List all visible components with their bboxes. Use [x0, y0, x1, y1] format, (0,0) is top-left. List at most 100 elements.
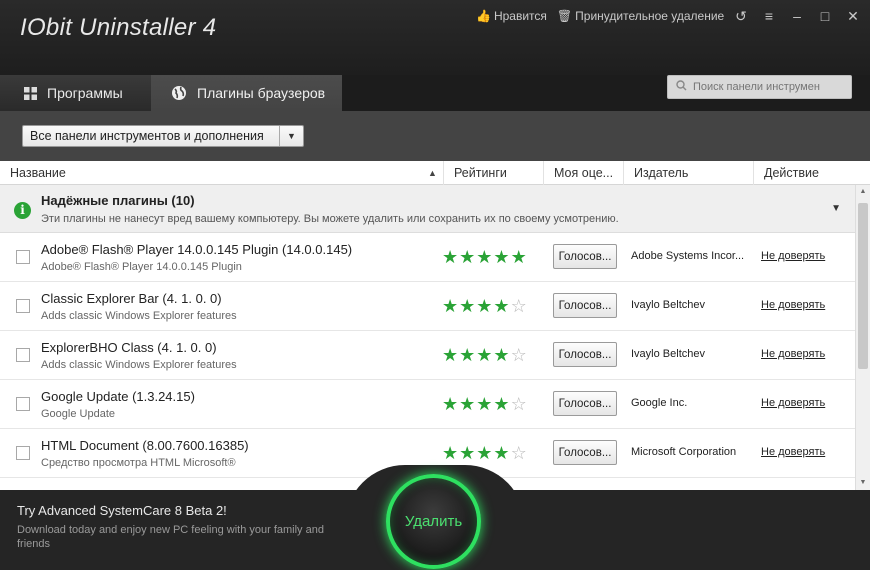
trusted-plugins-group[interactable]: i Надёжные плагины (10) Эти плагины не н…: [0, 185, 855, 233]
vote-button[interactable]: Голосов...: [553, 293, 617, 318]
row-checkbox[interactable]: [16, 446, 30, 460]
plugins-table: Название ▲ Рейтинги Моя оце... Издатель …: [0, 161, 870, 490]
uninstall-label: Удалить: [404, 513, 463, 530]
row-checkbox[interactable]: [16, 397, 30, 411]
star-filled-icon: ★: [476, 443, 493, 463]
group-title: Надёжные плагины (10): [41, 193, 195, 208]
star-filled-icon: ★: [493, 394, 510, 414]
column-my-rating[interactable]: Моя оце...: [543, 161, 623, 185]
vote-button[interactable]: Голосов...: [553, 244, 617, 269]
like-link[interactable]: 👍 Нравится: [476, 9, 547, 23]
vote-button[interactable]: Голосов...: [553, 440, 617, 465]
star-filled-icon: ★: [442, 296, 459, 316]
column-name[interactable]: Название: [0, 161, 443, 185]
scrollbar[interactable]: ▲ ▼: [855, 185, 870, 490]
table-row[interactable]: Classic Explorer Bar (4. 1. 0. 0) Adds cl…: [0, 282, 855, 331]
filter-dropdown[interactable]: Все панели инструментов и дополнения ▼: [22, 125, 304, 147]
star-filled-icon: ★: [476, 345, 493, 365]
search-icon: [676, 80, 687, 94]
app-title: IObit Uninstaller 4: [20, 14, 217, 41]
plugin-name: ExplorerBHO Class (4. 1. 0. 0): [41, 340, 217, 355]
distrust-link[interactable]: Не доверять: [761, 348, 825, 360]
grid-icon: [24, 86, 37, 100]
distrust-link[interactable]: Не доверять: [761, 397, 825, 409]
distrust-link[interactable]: Не доверять: [761, 250, 825, 262]
scroll-up-icon[interactable]: ▲: [856, 185, 870, 199]
filter-bar: Все панели инструментов и дополнения ▼: [0, 111, 870, 161]
column-publisher[interactable]: Издатель: [623, 161, 753, 185]
tab-programs-label: Программы: [47, 85, 123, 101]
star-filled-icon: ★: [493, 247, 510, 267]
publisher: Ivaylo Beltchev: [631, 348, 705, 360]
maximize-icon[interactable]: □: [818, 8, 832, 25]
rating-stars: ★ ★ ★ ★ ★: [442, 248, 527, 266]
column-rating[interactable]: Рейтинги: [443, 161, 543, 185]
star-filled-icon: ★: [493, 296, 510, 316]
minimize-icon[interactable]: –: [790, 8, 804, 25]
table-row[interactable]: Adobe® Flash® Player 14.0.0.145 Plugin (…: [0, 233, 855, 282]
star-filled-icon: ★: [493, 345, 510, 365]
star-filled-icon: ★: [459, 247, 476, 267]
rating-stars: ★ ★ ★ ★ ☆: [442, 395, 527, 413]
row-checkbox[interactable]: [16, 348, 30, 362]
distrust-link[interactable]: Не доверять: [761, 446, 825, 458]
column-publisher-label: Издатель: [634, 166, 689, 180]
star-filled-icon: ★: [493, 443, 510, 463]
plugin-name: HTML Document (8.00.7600.16385): [41, 438, 249, 453]
info-icon: i: [14, 202, 31, 219]
plugin-description: Adobe® Flash® Player 14.0.0.145 Plugin: [41, 261, 242, 273]
table-header: Название ▲ Рейтинги Моя оце... Издатель …: [0, 161, 870, 185]
force-remove-link[interactable]: 🗑 Принудительное удаление: [557, 9, 724, 23]
menu-icon[interactable]: ≡: [762, 8, 776, 25]
table-row[interactable]: Google Update (1.3.24.15) Google Update ★ ★…: [0, 380, 855, 429]
group-description: Эти плагины не нанесут вред вашему компь…: [41, 213, 619, 225]
vote-button[interactable]: Голосов...: [553, 391, 617, 416]
title-bar: IObit Uninstaller 4 👍 Нравится 🗑 Принуди…: [0, 0, 870, 75]
publisher: Adobe Systems Incor...: [631, 250, 745, 262]
scroll-down-icon[interactable]: ▼: [856, 476, 870, 490]
column-name-label: Название: [10, 166, 66, 180]
history-icon[interactable]: ↺: [734, 8, 748, 25]
thumbs-up-icon: 👍: [476, 9, 491, 23]
trash-icon: 🗑: [556, 9, 573, 23]
promo-title[interactable]: Try Advanced SystemCare 8 Beta 2!: [17, 503, 227, 518]
star-filled-icon: ★: [476, 394, 493, 414]
distrust-link[interactable]: Не доверять: [761, 299, 825, 311]
star-empty-icon: ☆: [510, 345, 527, 365]
row-checkbox[interactable]: [16, 299, 30, 313]
star-empty-icon: ☆: [510, 394, 527, 414]
star-filled-icon: ★: [442, 394, 459, 414]
sort-asc-icon: ▲: [428, 168, 437, 178]
star-filled-icon: ★: [442, 247, 459, 267]
row-checkbox[interactable]: [16, 250, 30, 264]
close-icon[interactable]: ✕: [846, 8, 860, 25]
star-empty-icon: ☆: [510, 443, 527, 463]
column-my-rating-label: Моя оце...: [554, 166, 614, 180]
rating-stars: ★ ★ ★ ★ ☆: [442, 346, 527, 364]
column-action[interactable]: Действие: [753, 161, 870, 185]
rating-stars: ★ ★ ★ ★ ☆: [442, 444, 527, 462]
star-filled-icon: ★: [459, 394, 476, 414]
plugin-name: Google Update (1.3.24.15): [41, 389, 195, 404]
force-remove-label: Принудительное удаление: [575, 9, 725, 23]
plugin-name: Adobe® Flash® Player 14.0.0.145 Plugin (…: [41, 242, 353, 257]
star-filled-icon: ★: [459, 443, 476, 463]
tab-plugins[interactable]: Плагины браузеров: [151, 75, 342, 111]
scroll-thumb[interactable]: [858, 203, 868, 369]
tab-plugins-label: Плагины браузеров: [197, 85, 326, 101]
plugin-description: Adds classic Windows Explorer features: [41, 310, 237, 322]
uninstall-button[interactable]: Удалить: [386, 474, 481, 569]
vote-button[interactable]: Голосов...: [553, 342, 617, 367]
collapse-caret-icon[interactable]: ▼: [831, 203, 841, 214]
search-input[interactable]: [693, 81, 843, 93]
rating-stars: ★ ★ ★ ★ ☆: [442, 297, 527, 315]
table-row[interactable]: ExplorerBHO Class (4. 1. 0. 0) Adds class…: [0, 331, 855, 380]
publisher: Microsoft Corporation: [631, 446, 737, 458]
tabs-bar: Программы Плагины браузеров: [0, 75, 870, 111]
plugin-description: Средство просмотра HTML Microsoft®: [41, 457, 236, 469]
tab-programs[interactable]: Программы: [0, 75, 151, 111]
column-action-label: Действие: [764, 166, 819, 180]
promo-text: Download today and enjoy new PC feeling …: [17, 524, 324, 550]
star-filled-icon: ★: [459, 296, 476, 316]
star-filled-icon: ★: [442, 345, 459, 365]
